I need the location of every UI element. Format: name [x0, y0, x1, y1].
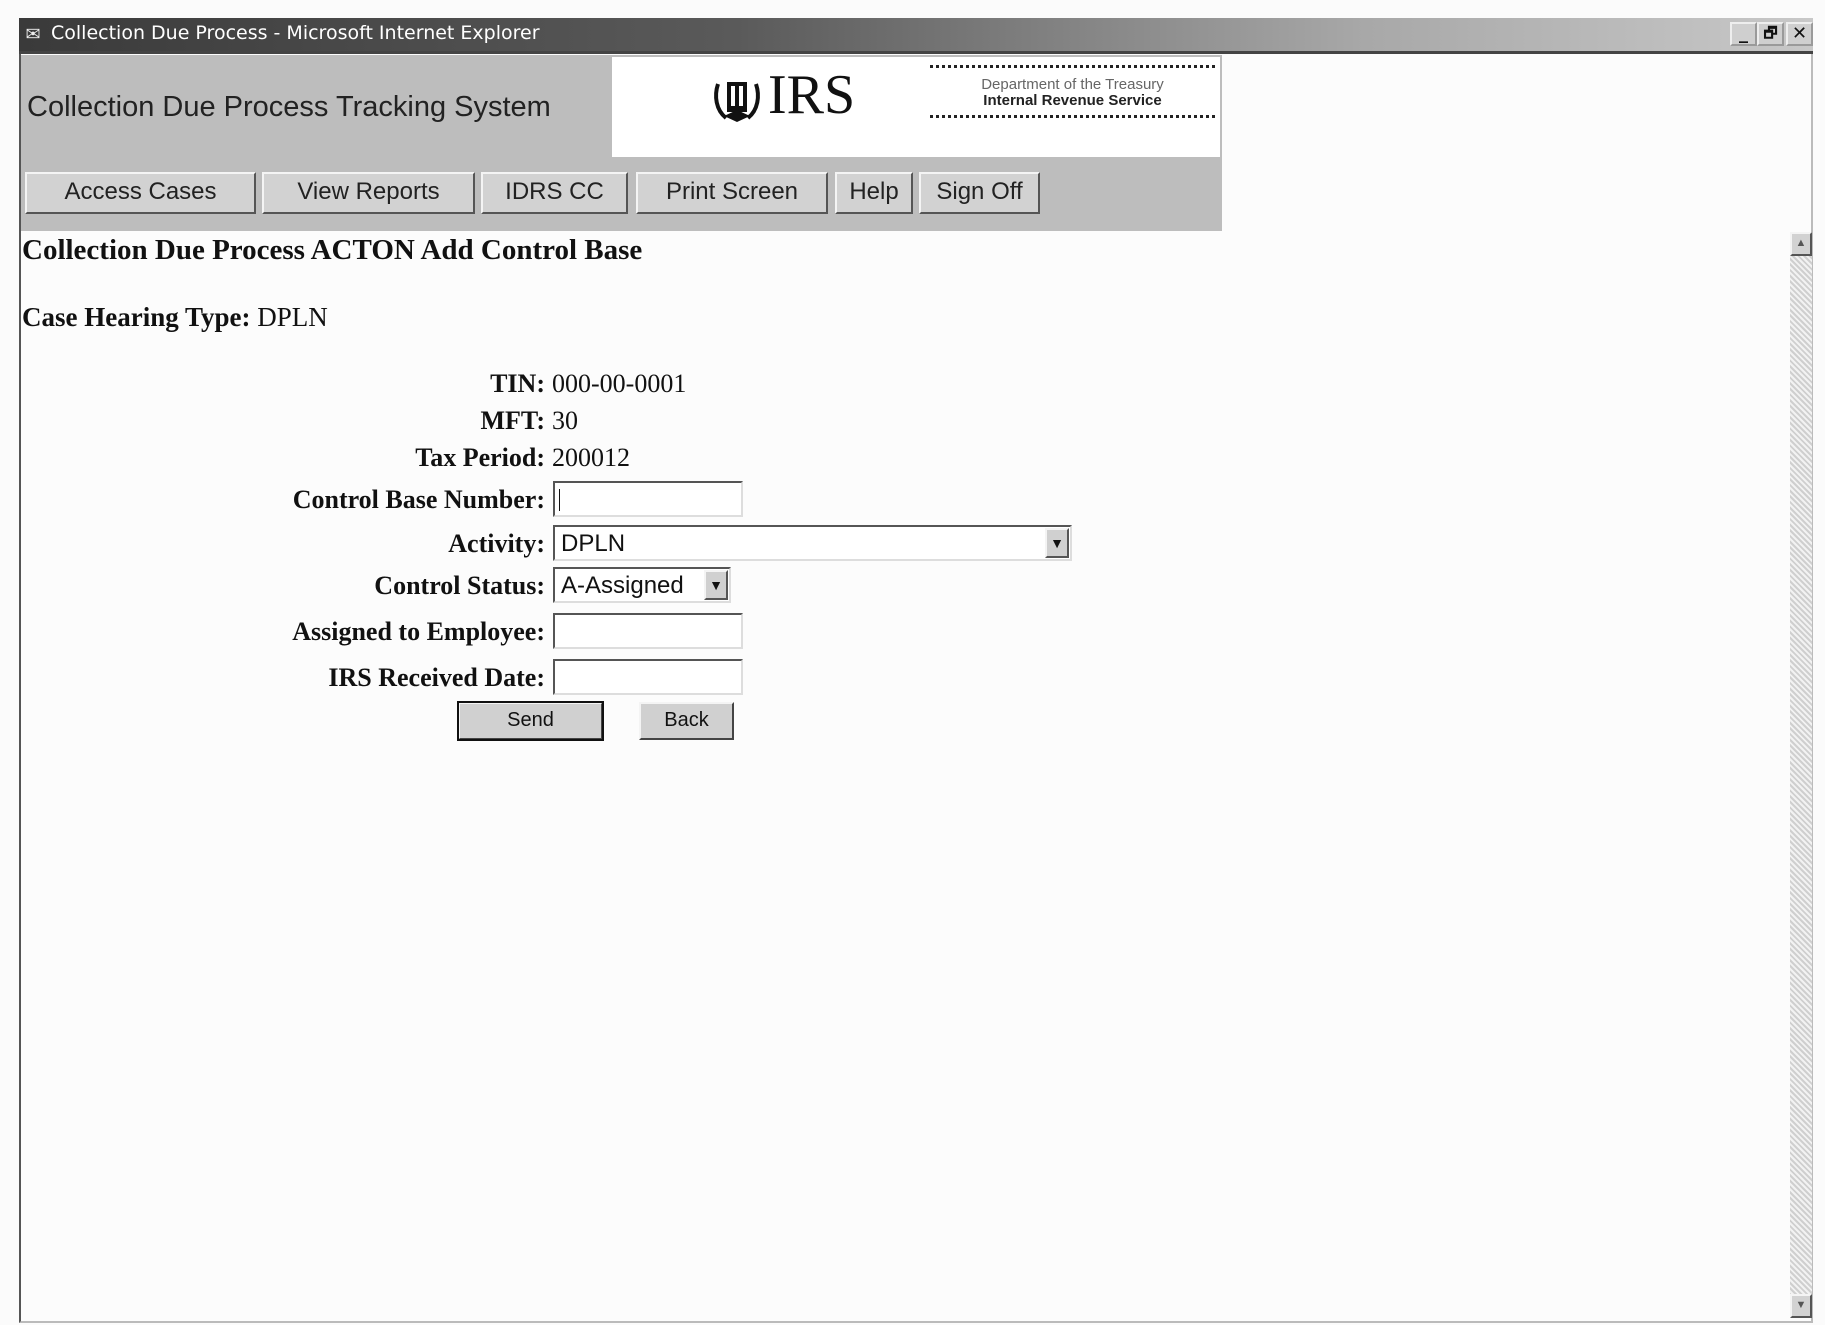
- window-title: Collection Due Process - Microsoft Inter…: [51, 22, 540, 44]
- department-label: Department of the Treasury Internal Reve…: [930, 65, 1215, 118]
- control-status-row: Control Status: A-Assigned ▼: [21, 567, 1121, 607]
- restore-button[interactable]: 🗗: [1757, 22, 1784, 46]
- vertical-scrollbar[interactable]: ▲ ▼: [1790, 232, 1812, 1318]
- title-bar: ✉ Collection Due Process - Microsoft Int…: [19, 18, 1813, 54]
- activity-label: Activity:: [448, 529, 545, 558]
- tin-value: 000-00-0001: [552, 369, 687, 398]
- hearing-type-value: DPLN: [257, 302, 328, 332]
- help-button[interactable]: Help: [835, 172, 913, 214]
- chevron-down-icon[interactable]: ▼: [704, 570, 728, 600]
- control-status-selected: A-Assigned: [561, 572, 684, 599]
- page-title: Collection Due Process ACTON Add Control…: [22, 234, 643, 266]
- assigned-employee-label: Assigned to Employee:: [292, 617, 545, 646]
- send-button[interactable]: Send: [457, 701, 604, 741]
- activity-selected: DPLN: [561, 530, 626, 557]
- back-button[interactable]: Back: [639, 702, 734, 740]
- tax-period-row: Tax Period: 200012: [21, 443, 1121, 479]
- mft-value: 30: [552, 406, 578, 435]
- control-base-number-label: Control Base Number:: [292, 485, 545, 514]
- activity-select[interactable]: DPLN ▼: [553, 525, 1072, 561]
- minimize-button[interactable]: _: [1730, 22, 1757, 46]
- restore-icon: 🗗: [1763, 24, 1778, 42]
- app-header: Collection Due Process Tracking System I…: [21, 55, 1222, 231]
- mft-row: MFT: 30: [21, 406, 1121, 442]
- close-button[interactable]: ✕: [1786, 22, 1813, 46]
- case-hearing-type: Case Hearing Type: DPLN: [22, 302, 328, 333]
- control-base-number-input[interactable]: [553, 481, 743, 517]
- tin-row: TIN: 000-00-0001: [21, 369, 1121, 405]
- print-screen-button[interactable]: Print Screen: [636, 172, 828, 214]
- control-status-select[interactable]: A-Assigned ▼: [553, 567, 731, 603]
- minimize-icon: _: [1739, 23, 1748, 44]
- irs-received-date-label: IRS Received Date:: [328, 663, 545, 692]
- idrs-cc-button[interactable]: IDRS CC: [481, 172, 628, 214]
- scroll-up-icon[interactable]: ▲: [1790, 232, 1812, 256]
- activity-row: Activity: DPLN ▼: [21, 525, 1121, 563]
- control-base-number-row: Control Base Number:: [21, 481, 1121, 519]
- view-reports-button[interactable]: View Reports: [262, 172, 475, 214]
- hearing-type-label: Case Hearing Type:: [22, 302, 251, 332]
- page-content: Collection Due Process ACTON Add Control…: [21, 231, 1787, 1321]
- irs-eagle-icon: [714, 82, 760, 123]
- control-status-label: Control Status:: [374, 571, 545, 600]
- text-caret: [559, 489, 560, 511]
- irs-received-date-row: IRS Received Date:: [21, 659, 1121, 697]
- assigned-employee-input[interactable]: [553, 613, 743, 649]
- irs-logo: IRS: [712, 63, 855, 127]
- irs-received-date-input[interactable]: [553, 659, 743, 695]
- tin-label: TIN:: [490, 369, 545, 398]
- close-icon: ✕: [1791, 23, 1808, 44]
- access-cases-button[interactable]: Access Cases: [25, 172, 256, 214]
- irs-logo-text: IRS: [768, 64, 856, 126]
- sign-off-button[interactable]: Sign Off: [919, 172, 1040, 214]
- irs-logo-banner: IRS Department of the Treasury Internal …: [612, 57, 1220, 157]
- chevron-down-icon[interactable]: ▼: [1045, 528, 1069, 558]
- mft-label: MFT:: [480, 406, 546, 435]
- scroll-down-icon[interactable]: ▼: [1790, 1294, 1812, 1318]
- ie-page-icon: ✉: [25, 24, 41, 44]
- dept-line-1: Department of the Treasury: [981, 76, 1164, 93]
- system-title: Collection Due Process Tracking System: [27, 91, 551, 123]
- tax-period-value: 200012: [552, 443, 630, 472]
- assigned-employee-row: Assigned to Employee:: [21, 613, 1121, 651]
- tax-period-label: Tax Period:: [415, 443, 545, 472]
- dept-line-2: Internal Revenue Service: [983, 92, 1162, 109]
